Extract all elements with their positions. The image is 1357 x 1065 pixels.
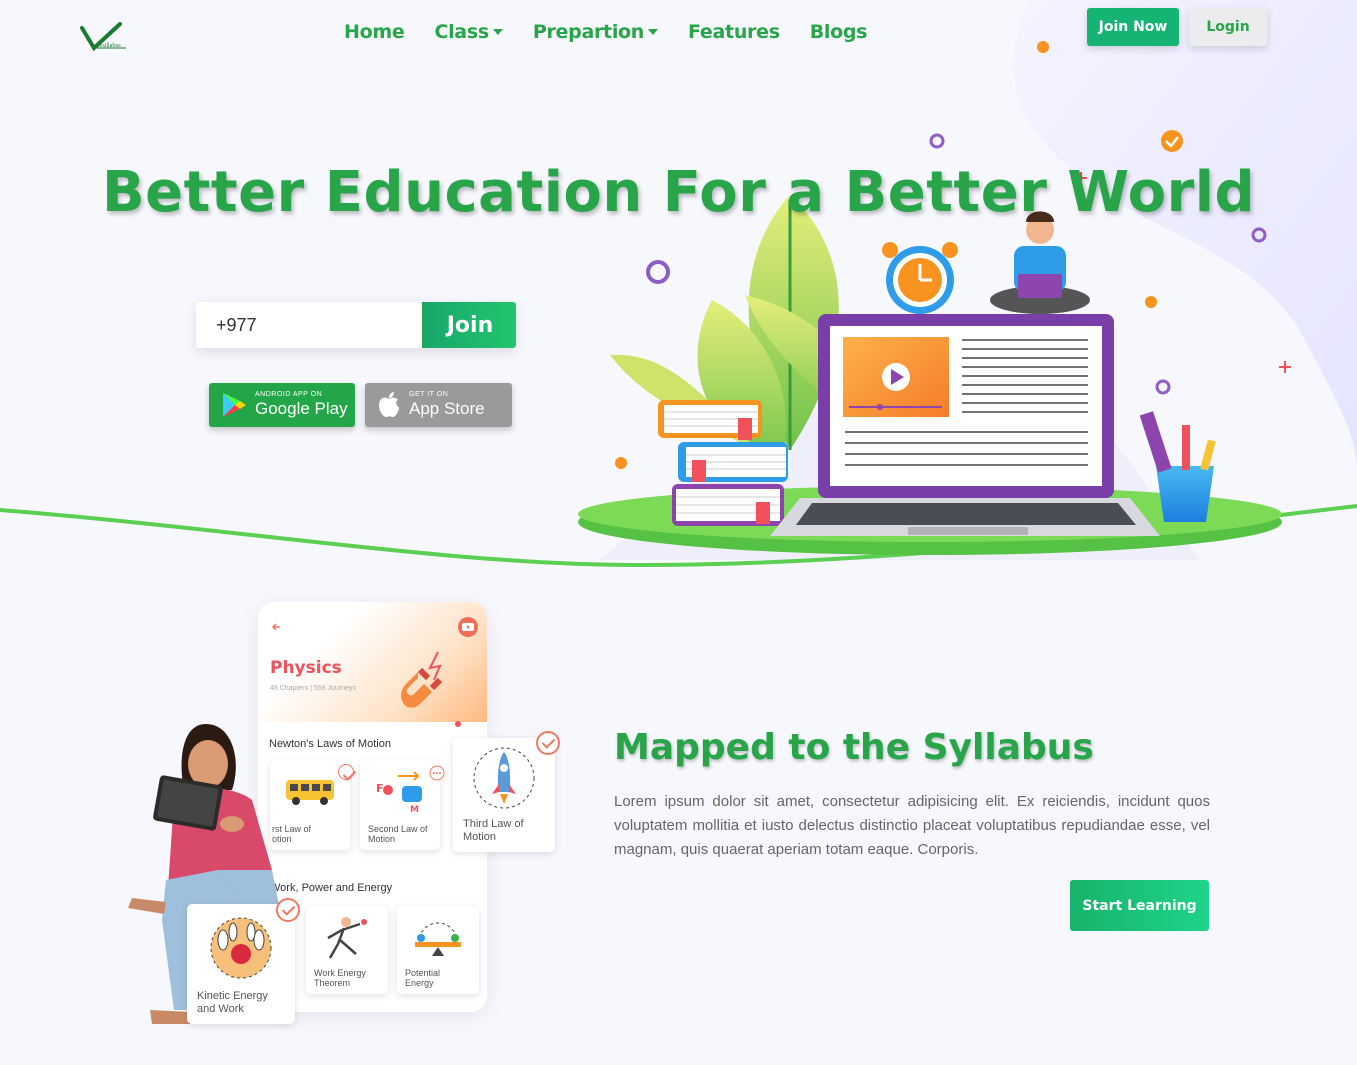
pitcher-icon <box>327 917 367 959</box>
phone-input[interactable]: +977 <box>196 302 424 348</box>
nav-features-label: Features <box>688 21 780 43</box>
nav-features[interactable]: Features <box>688 18 780 46</box>
main-nav: Home Class Prepartion Features Blogs <box>344 18 867 46</box>
phone-signup-form: +977 Join <box>196 302 516 348</box>
logo-text: eesillabus <box>97 43 121 49</box>
google-play-small: ANDROID APP ON <box>255 391 323 398</box>
check-icon <box>536 731 560 755</box>
app-store-small: GET IT ON <box>409 391 449 398</box>
check-icon <box>276 898 300 922</box>
syllabus-title: Mapped to the Syllabus <box>614 727 1094 768</box>
google-play-button[interactable]: ANDROID APP ON Google Play <box>209 383 355 427</box>
caret-down-icon <box>648 29 659 35</box>
subject-title: Physics <box>270 658 342 678</box>
caret-down-icon <box>492 29 503 35</box>
nav-class[interactable]: Class <box>434 18 503 46</box>
mass-label: M <box>410 805 419 814</box>
bowling-icon <box>210 917 272 979</box>
card-work-energy-label: Work Energy Theorem <box>314 968 366 988</box>
subject-meta: 48 Chapters | 556 Journeys <box>270 685 356 692</box>
force-label: F <box>376 782 384 795</box>
force-mass-icon: F M <box>376 771 422 814</box>
app-store-big: App Store <box>409 399 485 418</box>
nav-preparation[interactable]: Prepartion <box>532 18 659 46</box>
login-button[interactable]: Login <box>1189 8 1267 46</box>
hero-background <box>0 0 1357 580</box>
card-third-law[interactable]: Third Law of Motion <box>453 738 555 852</box>
card-kinetic-energy-label: Kinetic Energy and Work <box>197 990 268 1015</box>
nav-home[interactable]: Home <box>344 18 405 46</box>
site-logo[interactable]: eesillabus <box>80 22 130 54</box>
more-icon <box>429 765 445 781</box>
join-now-button[interactable]: Join Now <box>1087 8 1179 46</box>
check-icon <box>338 764 354 780</box>
apple-icon <box>379 392 399 418</box>
magnet-icon <box>401 651 461 727</box>
card-work-energy[interactable]: Work Energy Theorem <box>306 906 388 994</box>
nav-preparation-label: Prepartion <box>532 21 645 43</box>
syllabus-description: Lorem ipsum dolor sit amet, consectetur … <box>614 793 1210 858</box>
hero-title: Better Education For a Better World <box>101 160 1256 225</box>
rocket-icon <box>473 747 535 809</box>
join-button[interactable]: Join <box>424 302 516 348</box>
card-third-law-label: Third Law of Motion <box>463 818 524 843</box>
card-second-law-label: Second Law of Motion <box>368 824 428 844</box>
phone-prefix: +977 <box>216 314 257 335</box>
card-potential-energy-label: Potential Energy <box>405 968 441 988</box>
nav-class-label: Class <box>434 21 489 43</box>
card-kinetic-energy[interactable]: Kinetic Energy and Work <box>187 904 295 1024</box>
google-play-big: Google Play <box>255 399 348 418</box>
play-store-icon <box>223 393 246 417</box>
card-potential-energy[interactable]: Potential Energy <box>397 906 479 994</box>
nav-home-label: Home <box>344 21 405 43</box>
nav-blogs-label: Blogs <box>809 21 868 43</box>
nav-blogs[interactable]: Blogs <box>809 18 868 46</box>
start-learning-button[interactable]: Start Learning <box>1070 880 1209 931</box>
seesaw-icon <box>415 922 461 956</box>
card-second-law[interactable]: F M Second Law of Motion <box>360 760 440 850</box>
back-arrow-icon <box>268 618 286 636</box>
app-store-button[interactable]: GET IT ON App Store <box>365 383 512 427</box>
